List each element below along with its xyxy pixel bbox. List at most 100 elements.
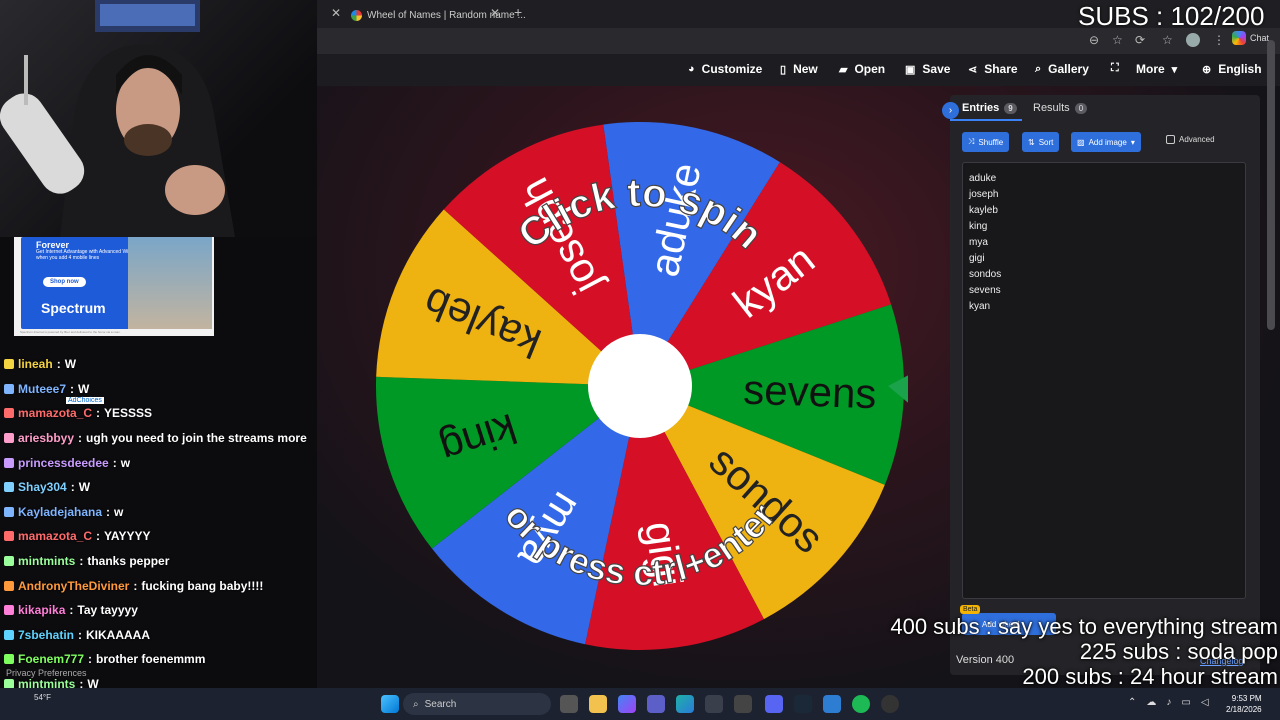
chat-username[interactable]: Shay304 [18,480,67,494]
chat-username[interactable]: lineah [18,357,53,371]
save-icon: ▣ [905,63,916,76]
steam-icon[interactable] [794,695,812,713]
chat-message: Shay304: W [0,475,360,500]
taskbar-clock[interactable]: 9:53 PM 2/18/2026 [1226,693,1262,715]
teams-icon[interactable] [647,695,665,713]
adchoices-link[interactable]: AdChoices [66,397,104,404]
calculator-icon[interactable] [734,695,752,713]
monitor-icon[interactable]: ▭ [1181,697,1190,708]
new-button[interactable]: ▯ New [780,62,818,76]
file-explorer-icon[interactable] [589,695,607,713]
open-button[interactable]: ▰ Open [839,62,885,76]
chat-username[interactable]: Foenem777 [18,652,84,666]
copilot-app-icon[interactable] [618,695,636,713]
page-scrollbar[interactable] [1267,40,1275,330]
fullscreen-button[interactable]: ⛶ [1111,62,1119,75]
gallery-button[interactable]: ⌕ Gallery [1035,62,1089,76]
entries-list: aduke joseph kayleb king mya gigi sondos sevens… [969,171,1239,315]
share-button[interactable]: ⋖ Share [968,62,1018,76]
discord-icon[interactable] [765,695,783,713]
chat-button[interactable]: Chat [1232,31,1269,45]
spotify-icon[interactable] [852,695,870,713]
image-icon: ▨ [1077,137,1085,147]
more-button[interactable]: More ▾ [1136,62,1177,76]
goal-line: 225 subs : soda pop [1079,639,1278,664]
new-tab-icon[interactable]: + [514,4,522,20]
collapse-panel-icon[interactable]: › [942,102,959,119]
chat-username[interactable]: ariesbbyy [18,431,74,445]
sort-button[interactable]: ⇅ Sort [1022,132,1060,152]
clock-date: 2/18/2026 [1226,705,1262,714]
customize-label: Customize [701,62,763,76]
advanced-checkbox[interactable]: Advanced [1166,135,1215,144]
chat-text: Tay tayyyy [77,603,138,618]
customize-button[interactable]: ◕ Customize [688,62,762,76]
ad-brand: Spectrum [41,300,106,316]
save-button[interactable]: ▣ Save [905,62,950,76]
star-icon[interactable]: ☆ [1112,33,1123,47]
chat-separator: : [78,431,83,446]
volume-icon[interactable]: ◁ [1201,697,1209,708]
cloud-icon[interactable]: ☁ [1146,697,1156,708]
chat-username[interactable]: Kayladejahana [18,505,102,519]
new-label: New [793,62,818,76]
windows-start-icon[interactable] [381,695,399,713]
tray-chevron-icon[interactable]: ⌃ [1128,697,1136,708]
spectrum-ad[interactable]: Forever Get Internet Advantage with Adva… [14,237,214,336]
task-view-icon[interactable] [560,695,578,713]
close-tab-icon[interactable]: ✕ [490,6,500,20]
spin-wheel[interactable]: adukekyansevenssondosgigimyakingkaylebjo… [372,118,908,654]
chat-username[interactable]: AndronyTheDiviner [18,579,129,593]
weather-widget[interactable]: 54°F [34,693,51,702]
chat-username[interactable]: mamazota_C [18,529,92,543]
chat-message: princessdeedee: w [0,450,360,475]
chat-text: w [114,504,124,519]
entry-line: king [969,221,988,232]
chat-username[interactable]: mamazota_C [18,406,92,420]
chat-separator: : [69,603,74,618]
chat-text: fucking bang baby!!!! [141,578,264,593]
more-horiz-icon[interactable]: ⊖ [1089,33,1099,47]
folder-icon: ▰ [839,63,848,76]
checkbox-icon[interactable] [1166,135,1175,144]
language-button[interactable]: ⊕ English [1202,62,1262,76]
windows-taskbar: 54°F ⌕ Search ⌃ ☁ ♪ ▭ ◁ 9:53 PM 2/18/202… [0,688,1280,720]
app-header: ◕ Customize ▯ New ▰ Open ▣ Save ⋖ Share ⌕ Gall… [317,54,1280,86]
advanced-label: Advanced [1179,135,1215,144]
chat-separator: : [70,480,75,495]
privacy-link[interactable]: Privacy Preferences [6,668,87,678]
chat-badge-icon [4,605,14,616]
close-tab-icon[interactable]: ✕ [331,6,341,20]
taskbar-search[interactable]: ⌕ Search [403,693,551,715]
tab-results[interactable]: Results 0 [1033,102,1088,114]
entry-line: mya [969,237,988,248]
entry-line: joseph [969,189,999,200]
entry-line: aduke [969,173,997,184]
entries-textarea[interactable]: aduke joseph kayleb king mya gigi sondos sevens… [962,162,1246,599]
favorites-icon[interactable]: ☆ [1162,33,1173,47]
screen: ✕ Wheel of Names | Random name ... ✕ + ⊖… [0,0,1280,720]
edge-icon[interactable] [676,695,694,713]
wheel-center-hub[interactable] [588,334,692,438]
profile-avatar[interactable] [1186,33,1200,47]
chat-username[interactable]: mintmints [18,554,75,568]
chat-username[interactable]: kikapika [18,603,65,617]
add-image-button[interactable]: ▨ Add image ▾ [1071,132,1141,152]
tab-entries[interactable]: Entries 9 [962,102,1017,114]
shuffle-button[interactable]: ⤨ Shuffle [962,132,1010,152]
microphone-icon[interactable]: ♪ [1166,697,1171,708]
chat-username[interactable]: Muteee7 [18,382,66,396]
entry-line: kayleb [969,205,998,216]
entry-line: kyan [969,301,991,312]
menu-icon[interactable]: ⋮ [1213,33,1225,47]
extensions-icon[interactable]: ⟳ [1135,33,1145,47]
store-icon[interactable] [705,695,723,713]
shop-now-button[interactable]: Shop now [43,277,86,287]
chat-username[interactable]: princessdeedee [18,456,109,470]
photos-icon[interactable] [823,695,841,713]
chat-username[interactable]: 7sbehatin [18,628,74,642]
add-image-label: Add image [1088,137,1127,147]
obs-icon[interactable] [881,695,899,713]
chat-separator: : [96,529,101,544]
goal-line: 400 subs : say yes to everything stream [890,614,1278,639]
